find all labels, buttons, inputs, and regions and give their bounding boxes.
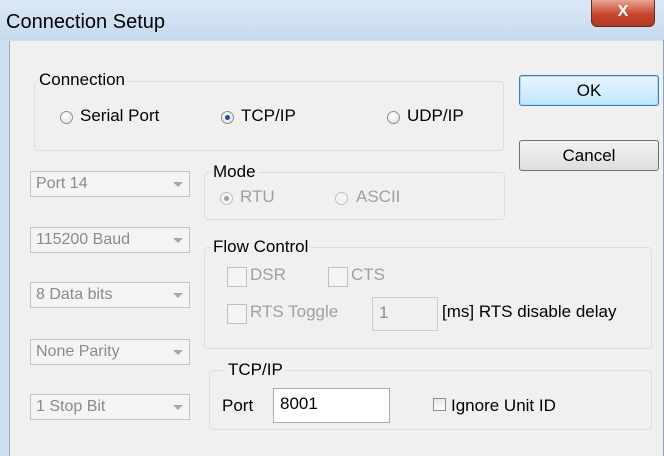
rts-toggle-label[interactable]: RTS Toggle: [250, 302, 338, 322]
title-bar[interactable]: Connection Setup X: [0, 0, 664, 40]
tcpip-label[interactable]: TCP/IP: [241, 106, 296, 126]
tcpip-radio[interactable]: [221, 111, 234, 124]
parity-select-value: None Parity: [36, 343, 120, 360]
parity-select[interactable]: None Parity: [30, 339, 190, 365]
serial-port-radio[interactable]: [60, 111, 73, 124]
serial-port-label[interactable]: Serial Port: [80, 106, 159, 126]
tcpip-group-label: TCP/IP: [226, 360, 285, 380]
close-icon: X: [617, 3, 629, 20]
ignore-unit-id-checkbox[interactable]: [433, 398, 446, 411]
ok-button[interactable]: OK: [519, 75, 659, 106]
rtu-label[interactable]: RTU: [240, 187, 275, 207]
baud-select[interactable]: 115200 Baud: [30, 227, 190, 253]
mode-group-label: Mode: [211, 162, 258, 182]
udpip-radio[interactable]: [387, 111, 400, 124]
dialog-body: Connection Serial Port TCP/IP UDP/IP OK …: [9, 41, 663, 456]
chevron-down-icon: [173, 405, 183, 410]
ascii-label[interactable]: ASCII: [356, 187, 400, 207]
stop-bits-select-value: 1 Stop Bit: [36, 398, 106, 415]
data-bits-select-value: 8 Data bits: [36, 286, 113, 303]
stop-bits-select[interactable]: 1 Stop Bit: [30, 394, 190, 420]
connection-group-label: Connection: [37, 70, 128, 90]
rts-toggle-checkbox[interactable]: [227, 304, 247, 324]
ignore-unit-id-label[interactable]: Ignore Unit ID: [451, 396, 556, 416]
dsr-checkbox[interactable]: [227, 267, 247, 287]
rtu-radio[interactable]: [220, 192, 233, 205]
data-bits-select[interactable]: 8 Data bits: [30, 282, 190, 308]
dsr-label[interactable]: DSR: [250, 265, 286, 285]
cts-checkbox[interactable]: [328, 267, 348, 287]
rts-delay-label: [ms] RTS disable delay: [442, 302, 617, 321]
udpip-label[interactable]: UDP/IP: [407, 106, 464, 126]
chevron-down-icon: [173, 293, 183, 298]
chevron-down-icon: [173, 182, 183, 187]
baud-select-value: 115200 Baud: [36, 231, 131, 248]
tcpip-port-input[interactable]: 8001: [273, 388, 390, 423]
rts-delay-input[interactable]: 1: [372, 297, 438, 331]
port-select[interactable]: Port 14: [30, 171, 190, 197]
window-title: Connection Setup: [6, 11, 166, 33]
ascii-radio[interactable]: [335, 192, 348, 205]
flow-control-group-label: Flow Control: [211, 237, 311, 257]
chevron-down-icon: [173, 350, 183, 355]
tcpip-port-label: Port: [222, 396, 254, 415]
port-select-value: Port 14: [36, 175, 88, 192]
connection-setup-window: Connection Setup X Connection Serial Por…: [0, 0, 664, 456]
cancel-button[interactable]: Cancel: [519, 140, 659, 171]
cts-label[interactable]: CTS: [351, 265, 385, 285]
close-button[interactable]: X: [591, 0, 655, 27]
chevron-down-icon: [173, 238, 183, 243]
